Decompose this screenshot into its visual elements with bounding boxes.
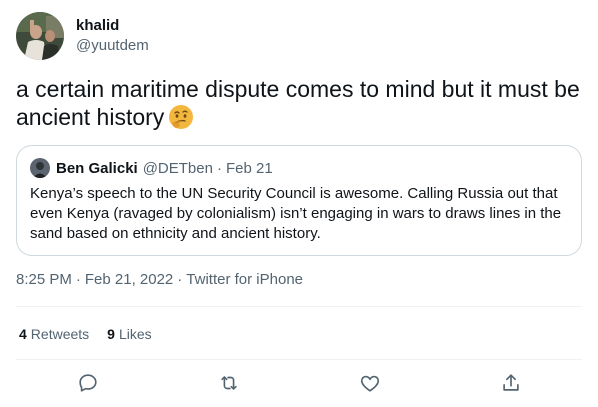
quoted-separator: · [216,159,222,177]
retweets-label: Retweets [30,326,90,342]
share-button[interactable] [498,370,524,396]
likes-count: 9 [107,326,115,342]
tweet-time[interactable]: 8:25 PM [16,270,72,290]
quoted-author-display-name: Ben Galicki [56,159,138,177]
heart-icon [360,375,380,392]
likes-label: Likes [118,326,152,342]
retweets-stat[interactable]: 4 Retweets [19,324,89,344]
quoted-tweet-text: Kenya’s speech to the UN Security Counci… [30,185,562,242]
retweet-icon [221,376,237,390]
tweet-actions [0,370,598,396]
likes-stat[interactable]: 9 Likes [107,324,151,344]
meta-separator: · [75,271,81,288]
meta-separator-2: · [177,271,183,288]
quoted-author-avatar [30,158,50,178]
reply-icon [79,374,97,392]
retweets-count: 4 [19,326,27,342]
divider-bottom [16,359,582,360]
author-display-name[interactable]: khalid [76,16,149,36]
tweet-source[interactable]: Twitter for iPhone [186,270,303,290]
divider-top [16,306,582,307]
tweet-meta: 8:25 PM · Feb 21, 2022 · Twitter for iPh… [16,270,303,290]
author-avatar[interactable] [16,12,64,60]
share-icon [503,374,519,391]
quoted-author-handle: @DETben [142,159,213,177]
tweet-date[interactable]: Feb 21, 2022 [85,270,173,290]
tweet-text-content: a certain maritime dispute comes to mind… [16,76,580,130]
reply-button[interactable] [75,370,101,396]
author-handle[interactable]: @yuutdem [76,36,149,56]
like-button[interactable] [357,370,383,396]
tweet-stats: 4 Retweets 9 Likes [19,324,170,344]
tweet-text: a certain maritime dispute comes to mind… [16,75,582,131]
quoted-tweet-header: Ben Galicki @DETben · Feb 21 [30,158,273,178]
quoted-tweet-date: Feb 21 [225,159,273,177]
tweet-header: khalid @yuutdem [16,12,149,60]
thinking-face-emoji-icon [168,104,194,130]
retweet-button[interactable] [216,370,242,396]
tweet-detail: khalid @yuutdem a certain maritime dispu… [0,0,598,407]
quoted-tweet[interactable]: Ben Galicki @DETben · Feb 21 Kenya’s spe… [16,145,582,256]
author-names: khalid @yuutdem [76,16,149,56]
